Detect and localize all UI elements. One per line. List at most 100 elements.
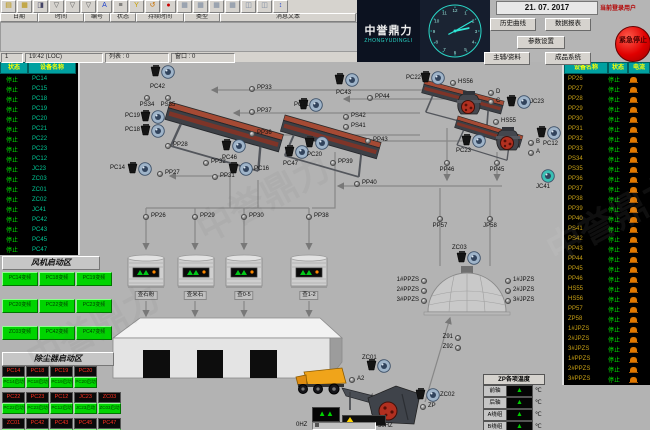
alarm-bell-icon bbox=[630, 307, 637, 312]
toolbar-icon-9[interactable]: ↺ bbox=[145, 0, 160, 13]
fan-vfd-button[interactable]: PC22变频 bbox=[39, 299, 75, 313]
dust-start-button[interactable]: PC12启动 bbox=[50, 403, 73, 414]
data-report-button[interactable]: 数据报表 bbox=[545, 18, 591, 31]
alarm-bell-icon bbox=[630, 87, 637, 92]
fan-vfd-button[interactable]: PC20变频 bbox=[2, 299, 38, 313]
fan-vfd-button[interactable]: PC18变频 bbox=[39, 272, 75, 286]
dust-start-button[interactable]: PC14启动 bbox=[2, 377, 25, 388]
device-status: 停止 bbox=[6, 105, 18, 114]
fan-vfd-button[interactable]: PC23变频 bbox=[76, 299, 112, 313]
silo-query-button[interactable]: 查米石 bbox=[184, 291, 207, 300]
toolbar-icon-1[interactable]: ▦ bbox=[17, 0, 32, 13]
device-status: 停止 bbox=[608, 375, 630, 384]
device-name: ZC01 bbox=[32, 187, 47, 193]
equipment-tag: PC20 bbox=[307, 152, 322, 158]
device-row: 停止PC19 bbox=[0, 104, 78, 114]
device-status: 停止 bbox=[608, 115, 630, 124]
dust-start-button[interactable]: PC18启动 bbox=[26, 377, 49, 388]
param-settings-button[interactable]: 参数设置 bbox=[517, 36, 565, 49]
toolbar-icon-15[interactable]: ◫ bbox=[241, 0, 256, 13]
zp-temperature-table: ZP各项温度 前轴▲℃后轴▲℃A绕组▲℃B绕组▲℃ bbox=[483, 374, 561, 430]
toolbar-icon-14[interactable]: ▦ bbox=[225, 0, 240, 13]
freq-min-label: 0HZ bbox=[296, 422, 307, 428]
alarm-column-headers: 日期时间编号状态持续时间类型消息文本 bbox=[0, 13, 358, 22]
toolbar-icon-0[interactable]: ▤ bbox=[1, 0, 16, 13]
toolbar-icon-10[interactable]: ● bbox=[161, 0, 176, 13]
header-controls: 21. 07. 2017 当前登录用户 历史曲线 数据报表 参数设置 主辅/资料… bbox=[490, 0, 650, 62]
alarm-list[interactable] bbox=[0, 22, 358, 52]
dust-start-button[interactable]: PC23启动 bbox=[26, 403, 49, 414]
silo-query-button[interactable]: 查0-5 bbox=[234, 291, 253, 300]
dust-device-name: PC47 bbox=[98, 418, 121, 429]
flow-node-label: 1#JPZS bbox=[513, 277, 534, 283]
flow-node-label: PP27 bbox=[165, 170, 180, 176]
toolbar-icon-16[interactable]: ◫ bbox=[257, 0, 272, 13]
fan-vfd-button[interactable]: PC19变频 bbox=[76, 272, 112, 286]
fan-icon-PC14 bbox=[126, 161, 154, 183]
toolbar-icon-6[interactable]: A bbox=[97, 0, 112, 13]
flow-node-label: 2#JPZS bbox=[513, 287, 534, 293]
flow-node-dot bbox=[165, 143, 171, 149]
frequency-slider[interactable] bbox=[312, 422, 376, 430]
device-name: PS41 bbox=[568, 226, 608, 232]
device-status: 停止 bbox=[608, 265, 630, 274]
toolbar-icon-13[interactable]: ▦ bbox=[209, 0, 224, 13]
flow-node-label: A2 bbox=[357, 376, 364, 382]
fan-vfd-button[interactable]: PC14变频 bbox=[2, 272, 38, 286]
device-row: HS55停止 bbox=[564, 284, 650, 294]
fan-vfd-button[interactable]: ZC03变频 bbox=[2, 326, 38, 340]
login-user-label: 当前登录用户 bbox=[600, 3, 650, 12]
device-row: PP28停止 bbox=[564, 94, 650, 104]
toolbar-icon-17[interactable]: ↕ bbox=[273, 0, 288, 13]
flow-node-label: PP38 bbox=[314, 213, 329, 219]
toolbar-icon-12[interactable]: ▦ bbox=[193, 0, 208, 13]
flow-node-dot bbox=[488, 90, 494, 96]
dust-start-button[interactable]: PC19启动 bbox=[50, 377, 73, 388]
alarm-column-2: 编号 bbox=[84, 13, 110, 22]
alarm-column-4: 持续时间 bbox=[136, 13, 184, 22]
toolbar-icon-5[interactable]: ▽ bbox=[81, 0, 96, 13]
alarm-bell-icon bbox=[630, 297, 637, 302]
dust-device-name: ZC01 bbox=[2, 418, 25, 429]
alarm-column-0: 日期 bbox=[0, 13, 38, 22]
history-curve-button[interactable]: 历史曲线 bbox=[490, 18, 536, 31]
fan-vfd-button[interactable]: PC47变频 bbox=[76, 326, 112, 340]
temp-value-indicator: ▲ bbox=[507, 385, 533, 397]
alarm-bell-icon bbox=[630, 237, 637, 242]
device-status: 停止 bbox=[6, 115, 18, 124]
dust-start-button[interactable]: JC23启动 bbox=[74, 403, 97, 414]
device-name: PP33 bbox=[568, 146, 608, 152]
dust-start-button[interactable]: PC20启动 bbox=[74, 377, 97, 388]
device-row: 停止PC45 bbox=[0, 235, 78, 245]
silo-query-button[interactable]: 查石粉 bbox=[135, 291, 158, 300]
toolbar-icon-7[interactable]: ≡ bbox=[113, 0, 128, 13]
toolbar-icon-4[interactable]: ▽ bbox=[65, 0, 80, 13]
toolbar-icon-8[interactable]: Y bbox=[129, 0, 144, 13]
flow-node-dot bbox=[421, 278, 427, 284]
dust-device-name: PC22 bbox=[2, 392, 25, 403]
device-status: 停止 bbox=[608, 135, 630, 144]
device-row: HS56停止 bbox=[564, 294, 650, 304]
main-aux-button[interactable]: 主辅/资料 bbox=[484, 52, 530, 65]
dust-device-name: PC20 bbox=[74, 366, 97, 377]
device-name: PP45 bbox=[568, 266, 608, 272]
dust-start-button[interactable]: PC22启动 bbox=[2, 403, 25, 414]
device-status: 停止 bbox=[6, 145, 18, 154]
device-status: 停止 bbox=[6, 95, 18, 104]
svg-text:12: 12 bbox=[452, 8, 458, 13]
fan-vfd-button[interactable]: PC42变频 bbox=[39, 326, 75, 340]
device-status: 停止 bbox=[608, 295, 630, 304]
date-display: 21. 07. 2017 bbox=[496, 1, 598, 15]
emergency-stop-button[interactable]: 紧急停止 bbox=[615, 26, 650, 62]
flow-node-dot bbox=[505, 298, 511, 304]
silo-query-button[interactable]: 查1-2 bbox=[299, 291, 318, 300]
toolbar-icon-2[interactable]: ◨ bbox=[33, 0, 48, 13]
flow-node-dot bbox=[493, 119, 499, 125]
toolbar-icon-3[interactable]: ▽ bbox=[49, 0, 64, 13]
toolbar-icon-11[interactable]: ▦ bbox=[177, 0, 192, 13]
dust-start-button[interactable]: ZC03启动 bbox=[98, 403, 121, 414]
product-system-button[interactable]: 成品系统 bbox=[545, 52, 591, 65]
device-name: JC23 bbox=[32, 166, 46, 172]
flow-node-label: PP30 bbox=[249, 213, 264, 219]
device-row: 停止PC12 bbox=[0, 154, 78, 164]
